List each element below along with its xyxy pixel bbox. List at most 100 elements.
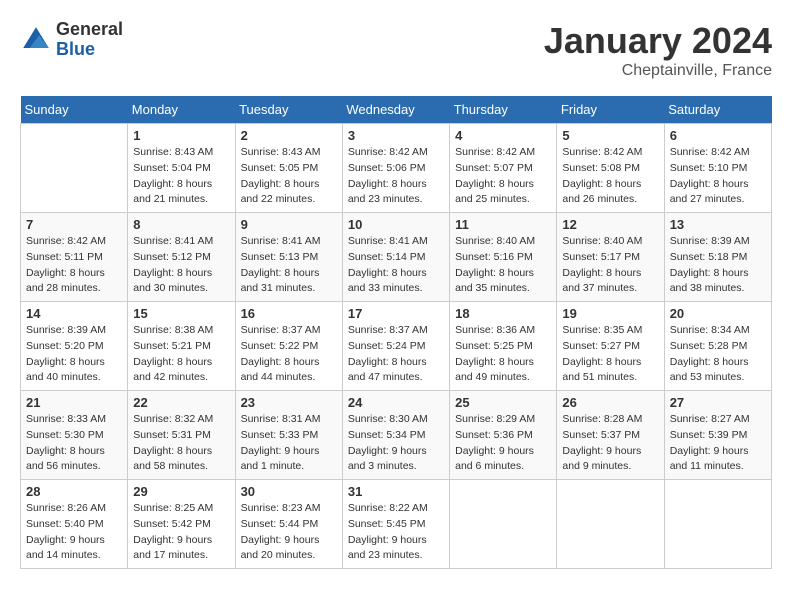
calendar-cell (21, 124, 128, 213)
day-number: 28 (26, 484, 122, 499)
weekday-header-saturday: Saturday (664, 96, 771, 124)
calendar-cell: 15 Sunrise: 8:38 AM Sunset: 5:21 PM Dayli… (128, 302, 235, 391)
day-info: Sunrise: 8:42 AM Sunset: 5:07 PM Dayligh… (455, 145, 551, 208)
calendar-subtitle: Cheptainville, France (544, 62, 772, 80)
calendar-cell: 21Sunrise: 8:33 AM Sunset: 5:30 PM Dayli… (21, 391, 128, 480)
day-number: 15 (133, 306, 229, 321)
day-number: 9 (241, 217, 337, 232)
week-row-4: 21Sunrise: 8:33 AM Sunset: 5:30 PM Dayli… (21, 391, 772, 480)
calendar-cell: 2Sunrise: 8:43 AM Sunset: 5:05 PM Daylig… (235, 124, 342, 213)
weekday-header-monday: Monday (128, 96, 235, 124)
day-info: Sunrise: 8:30 AM Sunset: 5:34 PM Dayligh… (348, 412, 444, 475)
day-info: Sunrise: 8:34 AM Sunset: 5:28 PM Dayligh… (670, 323, 766, 386)
day-number: 30 (241, 484, 337, 499)
day-number: 4 (455, 128, 551, 143)
calendar-title: January 2024 (544, 20, 772, 62)
logo-icon (20, 24, 52, 56)
calendar-cell (450, 480, 557, 569)
week-row-3: 14Sunrise: 8:39 AM Sunset: 5:20 PM Dayli… (21, 302, 772, 391)
calendar-cell (557, 480, 664, 569)
day-number: 24 (348, 395, 444, 410)
day-number: 18 (455, 306, 551, 321)
day-info: Sunrise: 8:38 AM Sunset: 5:21 PM Dayligh… (133, 323, 229, 386)
day-info: Sunrise: 8:37 AM Sunset: 5:24 PM Dayligh… (348, 323, 444, 386)
day-number: 20 (670, 306, 766, 321)
day-number: 6 (670, 128, 766, 143)
day-number: 19 (562, 306, 658, 321)
day-info: Sunrise: 8:41 AM Sunset: 5:13 PM Dayligh… (241, 234, 337, 297)
calendar-cell: 5 Sunrise: 8:42 AM Sunset: 5:08 PM Daylig… (557, 124, 664, 213)
day-info: Sunrise: 8:42 AM Sunset: 5:11 PM Dayligh… (26, 234, 122, 297)
day-info: Sunrise: 8:28 AM Sunset: 5:37 PM Dayligh… (562, 412, 658, 475)
day-info: Sunrise: 8:31 AM Sunset: 5:33 PM Dayligh… (241, 412, 337, 475)
calendar-cell: 24 Sunrise: 8:30 AM Sunset: 5:34 PM Dayli… (342, 391, 449, 480)
calendar-cell: 22 Sunrise: 8:32 AM Sunset: 5:31 PM Dayli… (128, 391, 235, 480)
calendar-cell: 10Sunrise: 8:41 AM Sunset: 5:14 PM Dayli… (342, 213, 449, 302)
calendar-cell: 28 Sunrise: 8:26 AM Sunset: 5:40 PM Dayli… (21, 480, 128, 569)
day-number: 11 (455, 217, 551, 232)
day-number: 5 (562, 128, 658, 143)
day-number: 1 (133, 128, 229, 143)
day-info: Sunrise: 8:40 AM Sunset: 5:17 PM Dayligh… (562, 234, 658, 297)
week-row-5: 28 Sunrise: 8:26 AM Sunset: 5:40 PM Dayli… (21, 480, 772, 569)
day-info: Sunrise: 8:25 AM Sunset: 5:42 PM Dayligh… (133, 501, 229, 564)
day-info: Sunrise: 8:23 AM Sunset: 5:44 PM Dayligh… (241, 501, 337, 564)
calendar-cell: 18 Sunrise: 8:36 AM Sunset: 5:25 PM Dayli… (450, 302, 557, 391)
title-block: January 2024 Cheptainville, France (544, 20, 772, 80)
day-info: Sunrise: 8:36 AM Sunset: 5:25 PM Dayligh… (455, 323, 551, 386)
day-info: Sunrise: 8:42 AM Sunset: 5:08 PM Dayligh… (562, 145, 658, 208)
day-info: Sunrise: 8:43 AM Sunset: 5:04 PM Dayligh… (133, 145, 229, 208)
calendar-cell: 9 Sunrise: 8:41 AM Sunset: 5:13 PM Daylig… (235, 213, 342, 302)
calendar-cell: 6 Sunrise: 8:42 AM Sunset: 5:10 PM Daylig… (664, 124, 771, 213)
calendar-cell: 30 Sunrise: 8:23 AM Sunset: 5:44 PM Dayli… (235, 480, 342, 569)
day-number: 16 (241, 306, 337, 321)
calendar-cell: 29 Sunrise: 8:25 AM Sunset: 5:42 PM Dayli… (128, 480, 235, 569)
day-number: 26 (562, 395, 658, 410)
calendar-cell: 25Sunrise: 8:29 AM Sunset: 5:36 PM Dayli… (450, 391, 557, 480)
day-info: Sunrise: 8:33 AM Sunset: 5:30 PM Dayligh… (26, 412, 122, 475)
day-number: 22 (133, 395, 229, 410)
day-info: Sunrise: 8:27 AM Sunset: 5:39 PM Dayligh… (670, 412, 766, 475)
day-number: 27 (670, 395, 766, 410)
logo: General Blue (20, 20, 123, 60)
calendar-cell: 19 Sunrise: 8:35 AM Sunset: 5:27 PM Dayli… (557, 302, 664, 391)
day-number: 12 (562, 217, 658, 232)
week-row-1: 1 Sunrise: 8:43 AM Sunset: 5:04 PM Daylig… (21, 124, 772, 213)
day-info: Sunrise: 8:39 AM Sunset: 5:18 PM Dayligh… (670, 234, 766, 297)
day-number: 17 (348, 306, 444, 321)
calendar-cell: 7 Sunrise: 8:42 AM Sunset: 5:11 PM Daylig… (21, 213, 128, 302)
weekday-header-row: SundayMondayTuesdayWednesdayThursdayFrid… (21, 96, 772, 124)
day-info: Sunrise: 8:26 AM Sunset: 5:40 PM Dayligh… (26, 501, 122, 564)
weekday-header-thursday: Thursday (450, 96, 557, 124)
calendar-cell: 20 Sunrise: 8:34 AM Sunset: 5:28 PM Dayli… (664, 302, 771, 391)
day-info: Sunrise: 8:42 AM Sunset: 5:06 PM Dayligh… (348, 145, 444, 208)
day-info: Sunrise: 8:22 AM Sunset: 5:45 PM Dayligh… (348, 501, 444, 564)
calendar-cell: 12 Sunrise: 8:40 AM Sunset: 5:17 PM Dayli… (557, 213, 664, 302)
calendar-cell: 11 Sunrise: 8:40 AM Sunset: 5:16 PM Dayli… (450, 213, 557, 302)
day-number: 25 (455, 395, 551, 410)
day-info: Sunrise: 8:40 AM Sunset: 5:16 PM Dayligh… (455, 234, 551, 297)
day-info: Sunrise: 8:32 AM Sunset: 5:31 PM Dayligh… (133, 412, 229, 475)
calendar-cell: 14Sunrise: 8:39 AM Sunset: 5:20 PM Dayli… (21, 302, 128, 391)
calendar-cell: 13 Sunrise: 8:39 AM Sunset: 5:18 PM Dayli… (664, 213, 771, 302)
day-number: 29 (133, 484, 229, 499)
logo-text-line1: General (56, 20, 123, 40)
day-number: 7 (26, 217, 122, 232)
page-header: General Blue January 2024 Cheptainville,… (20, 20, 772, 80)
day-info: Sunrise: 8:41 AM Sunset: 5:14 PM Dayligh… (348, 234, 444, 297)
calendar-cell: 23 Sunrise: 8:31 AM Sunset: 5:33 PM Dayli… (235, 391, 342, 480)
day-number: 2 (241, 128, 337, 143)
day-info: Sunrise: 8:35 AM Sunset: 5:27 PM Dayligh… (562, 323, 658, 386)
day-number: 31 (348, 484, 444, 499)
calendar-cell: 26 Sunrise: 8:28 AM Sunset: 5:37 PM Dayli… (557, 391, 664, 480)
week-row-2: 7 Sunrise: 8:42 AM Sunset: 5:11 PM Daylig… (21, 213, 772, 302)
day-info: Sunrise: 8:42 AM Sunset: 5:10 PM Dayligh… (670, 145, 766, 208)
calendar-table: SundayMondayTuesdayWednesdayThursdayFrid… (20, 96, 772, 569)
day-number: 13 (670, 217, 766, 232)
day-info: Sunrise: 8:41 AM Sunset: 5:12 PM Dayligh… (133, 234, 229, 297)
day-number: 14 (26, 306, 122, 321)
day-number: 23 (241, 395, 337, 410)
day-info: Sunrise: 8:37 AM Sunset: 5:22 PM Dayligh… (241, 323, 337, 386)
weekday-header-sunday: Sunday (21, 96, 128, 124)
calendar-cell: 16 Sunrise: 8:37 AM Sunset: 5:22 PM Dayli… (235, 302, 342, 391)
